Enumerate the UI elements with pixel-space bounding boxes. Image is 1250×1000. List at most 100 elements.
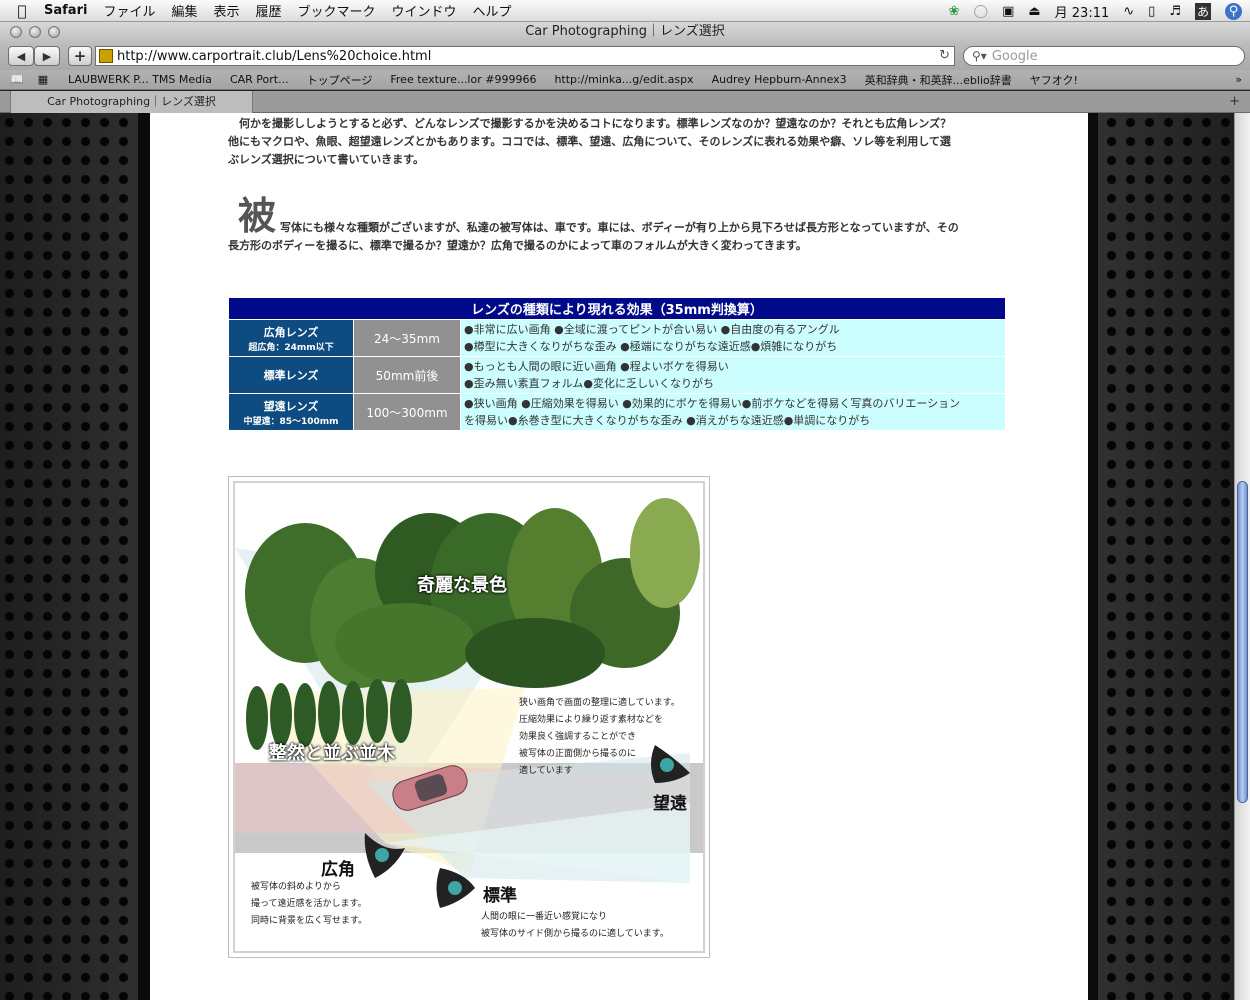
network-icon[interactable]: ∿ [1123, 4, 1134, 19]
effects-cell: ●もっとも人間の眼に近い画角 ●程よいボケを得易い ●歪み無い素直フォルム●変化… [460, 356, 1006, 394]
subject-line: 写体にも様々な種類がございますが、私達の被写体は、車です。車には、ボディーが有り… [280, 221, 959, 234]
new-tab-plus-icon[interactable]: + [1229, 94, 1240, 109]
top-sites-grid-icon[interactable]: ▦ [36, 73, 50, 86]
input-method-icon[interactable]: あ [1194, 2, 1211, 20]
back-arrow-icon: ◀ [16, 49, 26, 63]
page-shadow-right [1088, 113, 1098, 1000]
focal-length-cell: 24～35mm [353, 319, 461, 357]
intro-line: ぶレンズ選択について書いていきます。 [228, 153, 425, 166]
reload-icon[interactable]: ↻ [939, 48, 950, 63]
lens-effects-table: レンズの種類により現れる効果（35mm判換算） 広角レンズ 超広角：24mm以下… [228, 297, 1006, 431]
intro-paragraph: 何かを撮影ししようとすると必ず、どんなレンズで撮影するかを決めるコトになります。… [228, 115, 1008, 169]
effect-line: ●樽型に大きくなりがちな歪み ●極端になりがちな遠近感●煩雑になりがち [464, 340, 838, 353]
close-window-button[interactable] [10, 26, 22, 38]
menu-history[interactable]: 履歴 [255, 1, 281, 20]
effect-line: ●もっとも人間の眼に近い画角 ●程よいボケを得易い [464, 360, 729, 373]
tab-current[interactable]: Car Photographing｜レンズ選択 [10, 91, 253, 113]
note-line: 被写体の正面側から撮るのに [519, 749, 637, 759]
display-icon[interactable]: ▣ [1002, 4, 1014, 19]
forward-arrow-icon: ▶ [42, 49, 52, 63]
lens-subname: 中望遠：85～100mm [243, 416, 339, 427]
bookmark-item[interactable]: CAR Port... [230, 73, 289, 86]
note-line: 被写体の斜めよりから [251, 882, 341, 892]
effects-cell: ●狭い画角 ●圧縮効果を得易い ●効果的にボケを得易い●前ボケなどを得易く写真の… [460, 393, 1006, 431]
leaf-icon[interactable]: ❀ [949, 4, 960, 19]
menu-edit[interactable]: 編集 [171, 1, 197, 20]
add-bookmark-button[interactable]: + [68, 46, 92, 66]
menu-extras: ❀ ◯ ▣ ⏏ 月 23:11 ∿ ▯ ♬ あ ⚲ [949, 0, 1242, 22]
lens-name-cell: 標準レンズ [228, 356, 354, 394]
window-titlebar: Car Photographing｜レンズ選択 [0, 22, 1250, 42]
note-line: 人間の眼に一番近い感覚になり [481, 912, 608, 922]
table-title: レンズの種類により現れる効果（35mm判換算） [228, 297, 1006, 320]
tab-bar: Car Photographing｜レンズ選択 + [0, 91, 1250, 113]
site-favicon-icon [99, 49, 113, 63]
menu-app-name[interactable]: Safari [44, 3, 87, 18]
bookmarks-overflow-icon[interactable]: » [1235, 70, 1242, 90]
bookmark-item[interactable]: トップページ [307, 72, 373, 88]
menu-window[interactable]: ウインドウ [392, 1, 457, 20]
menu-bookmarks[interactable]: ブックマーク [298, 1, 376, 20]
lens-name-cell: 広角レンズ 超広角：24mm以下 [228, 319, 354, 357]
search-field[interactable]: ⚲▾ Google [963, 46, 1245, 66]
volume-icon[interactable]: ♬ [1169, 4, 1181, 19]
subject-line: 長方形のボディーを撮るに、標準で撮るか？望遠か？広角で撮るのかによって車のフォル… [228, 239, 807, 252]
lens-name: 広角レンズ [263, 325, 319, 339]
forward-button[interactable]: ▶ [34, 46, 60, 66]
address-text: http://www.carportrait.club/Lens%20choic… [117, 48, 432, 64]
lens-subname: 超広角：24mm以下 [248, 342, 334, 353]
minimize-window-button[interactable] [29, 26, 41, 38]
search-icon: ⚲▾ [972, 49, 987, 63]
lens-illustration: 奇麗な景色 整然と並ぶ並木 望遠 広角 標準 狭い画角で画面の整理に適しています… [233, 481, 705, 953]
lens-name: 標準レンズ [263, 369, 319, 382]
standard-note: 人間の眼に一番近い感覚になり 被写体のサイド側から撮るのに適しています。 [481, 909, 669, 943]
intro-line: 何かを撮影ししようとすると必ず、どんなレンズで撮影するかを決めるコトになります。… [228, 117, 952, 130]
bookmark-item[interactable]: 英和辞典・和英辞...eblio辞書 [865, 72, 1012, 88]
note-line: 効果良く強調することができ [519, 732, 637, 742]
lens-name: 望遠レンズ [263, 399, 319, 413]
table-row: 広角レンズ 超広角：24mm以下 24～35mm ●非常に広い画角 ●全域に渡っ… [228, 319, 1006, 357]
note-line: 同時に背景を広く写せます。 [251, 916, 368, 926]
window-title: Car Photographing｜レンズ選択 [525, 24, 725, 39]
chat-icon[interactable]: ◯ [974, 4, 989, 19]
tab-label: Car Photographing｜レンズ選択 [47, 95, 216, 108]
zoom-window-button[interactable] [48, 26, 60, 38]
note-line: 狭い画角で画面の整理に適しています。 [519, 698, 680, 708]
menu-file[interactable]: ファイル [103, 1, 155, 20]
wide-label: 広角 [321, 860, 355, 880]
battery-icon[interactable]: ▯ [1148, 4, 1155, 19]
wide-note: 被写体の斜めよりから 撮って遠近感を活かします。 同時に背景を広く写せます。 [251, 879, 367, 930]
lens-name-cell: 望遠レンズ 中望遠：85～100mm [228, 393, 354, 431]
bookmarks-book-icon[interactable]: 📖 [10, 73, 24, 86]
address-bar[interactable]: http://www.carportrait.club/Lens%20choic… [95, 46, 955, 66]
bookmark-item[interactable]: Free texture...lor #999966 [390, 73, 536, 86]
browser-toolbar: ◀ ▶ + http://www.carportrait.club/Lens%2… [0, 42, 1250, 70]
effect-line: ●狭い画角 ●圧縮効果を得易い ●効果的にボケを得易い●前ボケなどを得易く写真の… [464, 397, 961, 410]
bookmark-item[interactable]: ヤフオク! [1030, 72, 1078, 88]
effect-line: ●歪み無い素直フォルム●変化に乏しいくなりがち [464, 377, 714, 390]
bookmark-item[interactable]: Audrey Hepburn-Annex3 [712, 73, 847, 86]
page-content: 何かを撮影ししようとすると必ず、どんなレンズで撮影するかを決めるコトになります。… [150, 113, 1088, 1000]
vertical-scrollbar[interactable] [1234, 113, 1250, 1000]
effects-cell: ●非常に広い画角 ●全域に渡ってピントが合い易い ●自由度の有るアングル ●樽型… [460, 319, 1006, 357]
menu-view[interactable]: 表示 [213, 1, 239, 20]
search-placeholder: Google [991, 48, 1038, 64]
effect-line: ●非常に広い画角 ●全域に渡ってピントが合い易い ●自由度の有るアングル [464, 323, 840, 336]
plus-icon: + [73, 47, 87, 65]
clock[interactable]: 月 23:11 [1055, 2, 1110, 21]
menu-help[interactable]: ヘルプ [473, 1, 512, 20]
apple-menu-icon[interactable]:  [0, 2, 44, 20]
focal-length-cell: 100～300mm [353, 393, 461, 431]
tele-note: 狭い画角で画面の整理に適しています。 圧縮効果により繰り返す素材などを 効果良く… [519, 695, 680, 780]
web-viewport: 何かを撮影ししようとすると必ず、どんなレンズで撮影するかを決めるコトになります。… [0, 113, 1250, 1000]
lens-illustration-frame: 奇麗な景色 整然と並ぶ並木 望遠 広角 標準 狭い画角で画面の整理に適しています… [228, 476, 710, 958]
spotlight-icon[interactable]: ⚲ [1225, 2, 1242, 20]
bookmark-item[interactable]: LAUBWERK P... TMS Media [68, 73, 212, 86]
bookmarks-bar: 📖 ▦ LAUBWERK P... TMS Media CAR Port... … [0, 70, 1250, 90]
bookmark-item[interactable]: http://minka...g/edit.aspx [554, 73, 693, 86]
note-line: 適しています [519, 766, 573, 776]
back-button[interactable]: ◀ [8, 46, 34, 66]
eject-icon[interactable]: ⏏ [1028, 4, 1040, 19]
page-shadow-left [138, 113, 150, 1000]
scrollbar-thumb[interactable] [1237, 481, 1248, 803]
